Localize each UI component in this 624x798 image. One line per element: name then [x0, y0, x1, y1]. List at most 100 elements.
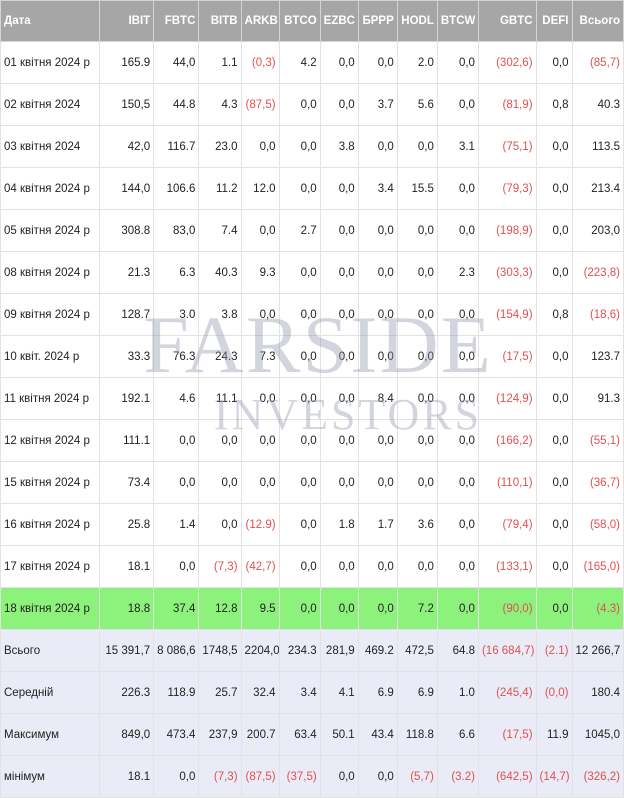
column-header: BTCO	[278, 0, 321, 42]
value-cell: 8.4	[357, 377, 398, 420]
value-cell: 12.8	[198, 587, 242, 630]
value-cell: 83,0	[153, 209, 200, 252]
value-cell: (642,5)	[477, 755, 537, 798]
value-cell: 0,0	[319, 167, 359, 210]
value-cell: 7.3	[240, 335, 280, 378]
table-row: 08 квітня 2024 р 21.3 6.3 40.3 9.3 0,0 0,0 0,0 0…	[0, 251, 624, 294]
value-cell: 2.3	[436, 251, 479, 294]
value-cell: 0,0	[436, 293, 479, 336]
table-row: 17 квітня 2024 р 18.1 0,0 (7,3) (42,7) 0,0 0,0…	[0, 545, 624, 588]
value-cell: 0,0	[278, 587, 321, 630]
value-cell: (7,3)	[198, 755, 242, 798]
value-cell: 472,5	[396, 629, 438, 672]
value-cell: 0,0	[278, 293, 321, 336]
value-cell: 0,0	[240, 125, 280, 168]
value-cell: 4.2	[278, 41, 321, 84]
row-label-cell: 02 квітня 2024	[0, 83, 100, 126]
value-cell: (42,7)	[240, 545, 280, 588]
table-row: 10 квіт. 2024 р 33.3 76.3 24.3 7.3 0,0 0,0 0,0 0…	[0, 335, 624, 378]
value-cell: 0,0	[198, 503, 242, 546]
value-cell: (55,1)	[571, 419, 624, 462]
value-cell: (326,2)	[571, 755, 624, 798]
value-cell: 0,0	[535, 377, 573, 420]
value-cell: 76.3	[153, 335, 200, 378]
value-cell: (302,6)	[477, 41, 537, 84]
value-cell: 0,0	[357, 545, 398, 588]
table-row: 12 квітня 2024 р 111.1 0,0 0,0 0,0 0,0 0,0 0,0 0…	[0, 419, 624, 462]
value-cell: 0,0	[535, 125, 573, 168]
value-cell: 7.4	[198, 209, 242, 252]
value-cell: 5.6	[396, 83, 438, 126]
value-cell: (79,3)	[477, 167, 537, 210]
value-cell: 40.3	[571, 83, 624, 126]
summary-row: Всього 15 391,7 8 086,6 1748,5 2204,0 234.3 28…	[0, 629, 624, 672]
value-cell: (166,2)	[477, 419, 537, 462]
header-row: Дата IBIT FBTC BITB ARKB BTCO EZBC БРРР HODL BTCW…	[0, 0, 624, 42]
value-cell: 0,0	[436, 419, 479, 462]
column-header: Всього	[571, 0, 624, 42]
value-cell: 64.8	[436, 629, 479, 672]
value-cell: 21.3	[98, 251, 155, 294]
value-cell: 0,0	[436, 503, 479, 546]
value-cell: 63.4	[278, 713, 321, 756]
row-label-cell: 08 квітня 2024 р	[0, 251, 100, 294]
value-cell: 118.8	[396, 713, 438, 756]
table-row: 09 квітня 2024 р 128.7 3.0 3.8 0,0 0,0 0,0 0,0 0…	[0, 293, 624, 336]
value-cell: (303,3)	[477, 251, 537, 294]
value-cell: 0,0	[357, 335, 398, 378]
value-cell: 18.8	[98, 587, 155, 630]
value-cell: 0,0	[535, 545, 573, 588]
value-cell: 0,0	[319, 545, 359, 588]
value-cell: (0,0)	[535, 671, 573, 714]
table-row: 03 квітня 2024 42,0 116.7 23.0 0,0 0,0 3.8 0,0 0…	[0, 125, 624, 168]
value-cell: 0,0	[319, 83, 359, 126]
table-row: 18 квітня 2024 р 18.8 37.4 12.8 9.5 0,0 0,0 0,0…	[0, 587, 624, 630]
value-cell: 0,0	[240, 377, 280, 420]
value-cell: 0,0	[436, 377, 479, 420]
value-cell: (165,0)	[571, 545, 624, 588]
value-cell: 0,0	[153, 545, 200, 588]
value-cell: 0,0	[535, 335, 573, 378]
value-cell: 234.3	[278, 629, 321, 672]
value-cell: (58,0)	[571, 503, 624, 546]
value-cell: 4.6	[153, 377, 200, 420]
value-cell: 203,0	[571, 209, 624, 252]
column-header: Дата	[0, 0, 100, 42]
value-cell: 11.2	[198, 167, 242, 210]
value-cell: 0,0	[396, 293, 438, 336]
value-cell: 213.4	[571, 167, 624, 210]
value-cell: 25.8	[98, 503, 155, 546]
value-cell: 0,0	[240, 419, 280, 462]
value-cell: 0,8	[535, 293, 573, 336]
value-cell: 113.5	[571, 125, 624, 168]
table-row: 11 квітня 2024 р 192.1 4.6 11.1 0,0 0,0 0,0 8.4…	[0, 377, 624, 420]
value-cell: (17,5)	[477, 713, 537, 756]
value-cell: 0,0	[319, 755, 359, 798]
value-cell: 0,0	[436, 83, 479, 126]
value-cell: 0,0	[278, 503, 321, 546]
value-cell: 0,0	[535, 503, 573, 546]
value-cell: 0,0	[153, 755, 200, 798]
value-cell: (124,9)	[477, 377, 537, 420]
value-cell: 0,0	[436, 461, 479, 504]
value-cell: 192.1	[98, 377, 155, 420]
column-header: HODL	[396, 0, 438, 42]
value-cell: (37,5)	[278, 755, 321, 798]
value-cell: 111.1	[98, 419, 155, 462]
value-cell: (14,7)	[535, 755, 573, 798]
value-cell: 0,0	[240, 461, 280, 504]
value-cell: 24.3	[198, 335, 242, 378]
value-cell: 12 266,7	[571, 629, 624, 672]
value-cell: 1.0	[436, 671, 479, 714]
value-cell: 18.1	[98, 545, 155, 588]
value-cell: 37.4	[153, 587, 200, 630]
value-cell: 0,0	[436, 587, 479, 630]
value-cell: 1.8	[319, 503, 359, 546]
value-cell: (154,9)	[477, 293, 537, 336]
value-cell: 0,0	[396, 125, 438, 168]
value-cell: 200.7	[240, 713, 280, 756]
value-cell: 0,0	[396, 419, 438, 462]
value-cell: (133,1)	[477, 545, 537, 588]
row-label-cell: мінімум	[0, 755, 100, 798]
value-cell: 0,0	[535, 461, 573, 504]
